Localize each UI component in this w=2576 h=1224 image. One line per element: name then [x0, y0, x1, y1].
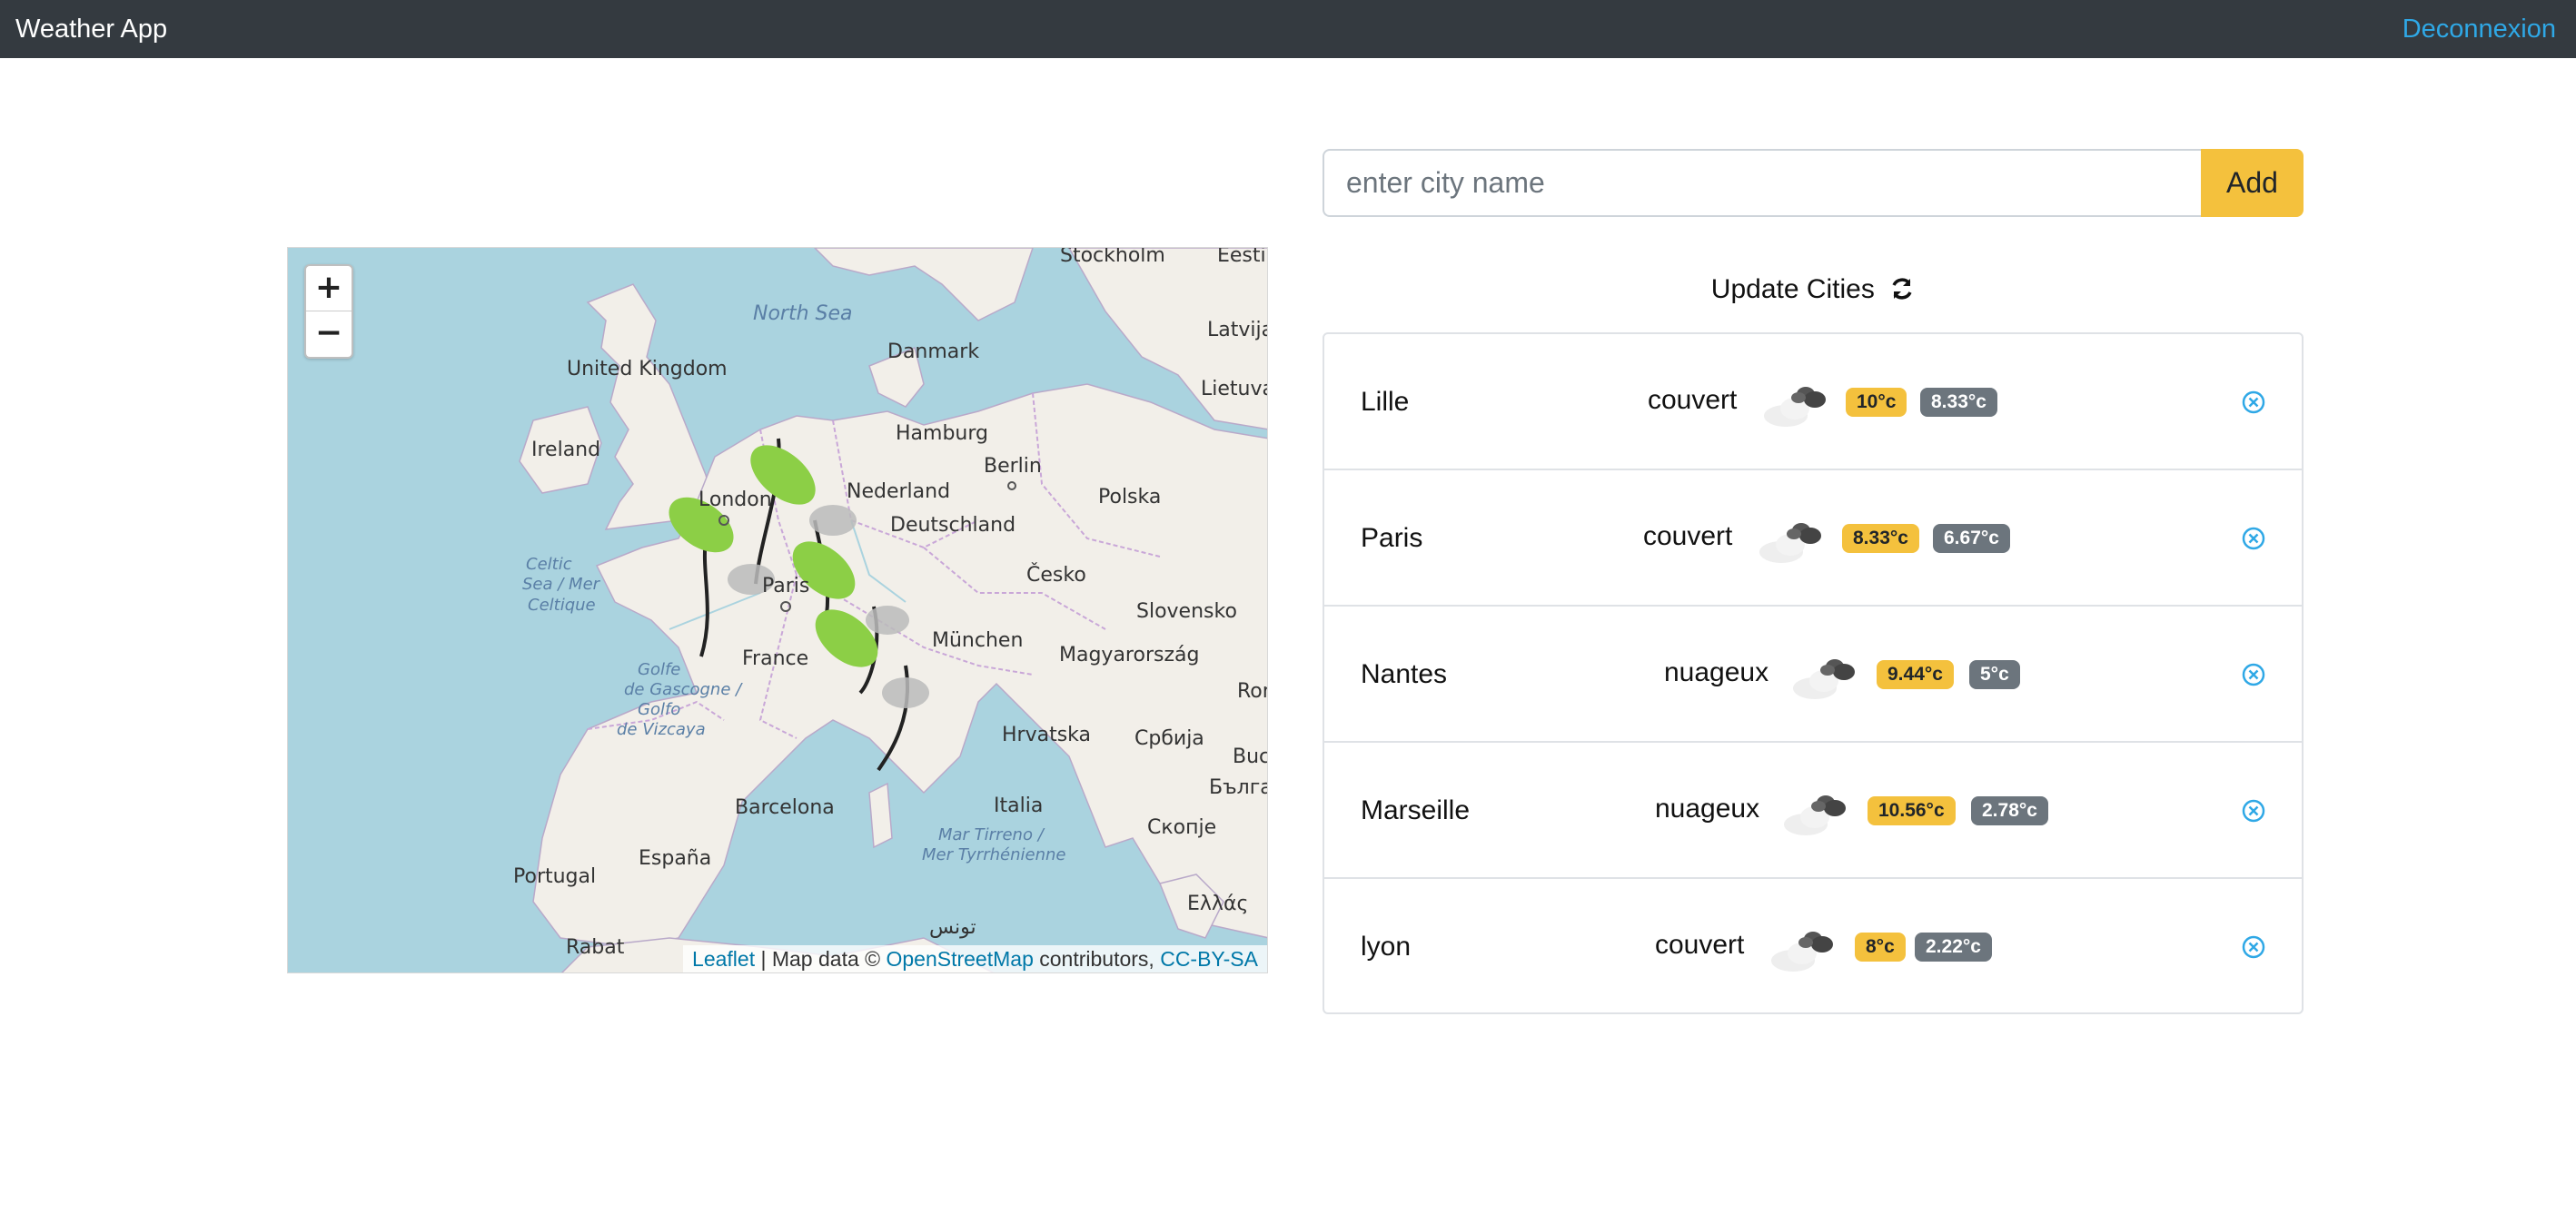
map-label: de Gascogne /: [624, 680, 742, 699]
map-label: تونس: [929, 916, 976, 939]
max-temp-badge: 9.44°c: [1877, 660, 1954, 689]
weather-description: couvert: [1655, 930, 1745, 960]
add-city-button[interactable]: Add: [2201, 149, 2304, 217]
max-temp-badge: 8°c: [1855, 933, 1906, 962]
map-label: Mer Tyrrhénienne: [922, 845, 1066, 864]
map-label: Latvija: [1207, 319, 1268, 341]
map-label: Golfe: [638, 660, 681, 679]
map-label: Danmark: [887, 341, 980, 363]
min-temp-badge: 5°c: [1969, 660, 2020, 689]
map-label: Mar Tirreno /: [938, 825, 1044, 844]
attribution-text: contributors,: [1033, 947, 1161, 971]
city-name: Marseille: [1361, 795, 1471, 825]
update-cities-button[interactable]: Update Cities: [1323, 269, 2304, 314]
map-label: Golfo: [638, 700, 681, 719]
city-name: Nantes: [1361, 659, 1448, 689]
map-label: France: [742, 647, 809, 670]
map-label: Paris: [762, 575, 810, 597]
map-attribution: Leaflet | Map data © OpenStreetMap contr…: [683, 945, 1267, 972]
map-label: United Kingdom: [567, 358, 728, 380]
map-label: Бълга: [1209, 776, 1268, 799]
map-tiles: [519, 248, 1267, 972]
map-label: Česko: [1026, 564, 1086, 587]
cloudy-weather-icon: [1764, 387, 1826, 427]
map-label: Barcelona: [735, 796, 835, 819]
weather-map[interactable]: Stockholm Eesti North Sea Danmark Latvij…: [287, 247, 1268, 973]
zoom-control: + −: [304, 264, 353, 359]
city-name: Lille: [1361, 387, 1410, 417]
cloudy-weather-icon: [1793, 659, 1855, 699]
map-label: Ireland: [531, 439, 601, 461]
map-label: Slovensko: [1136, 600, 1237, 623]
remove-city-icon[interactable]: [2240, 797, 2267, 824]
osm-link[interactable]: OpenStreetMap: [886, 947, 1033, 971]
remove-city-icon[interactable]: [2240, 525, 2267, 552]
city-row: Nantes nuageux 9.44°c 5°c: [1324, 607, 2302, 743]
map-label: Celtic: [526, 555, 572, 574]
map-label: Скопје: [1147, 816, 1217, 839]
weather-description: nuageux: [1664, 657, 1769, 687]
zoom-out-button[interactable]: −: [306, 311, 352, 357]
app-brand[interactable]: Weather App: [15, 13, 167, 45]
map-label: Eesti: [1217, 247, 1266, 267]
map-label: Србија: [1134, 727, 1204, 750]
map-label: London: [698, 489, 772, 511]
min-temp-badge: 2.78°c: [1971, 796, 2048, 825]
update-cities-label: Update Cities: [1710, 274, 1875, 304]
remove-city-icon[interactable]: [2240, 933, 2267, 961]
navbar: Weather App Deconnexion: [0, 0, 2576, 58]
map-label: Nederland: [847, 480, 951, 503]
map-label: Magyarország: [1059, 644, 1200, 666]
cloudy-weather-icon: [1784, 795, 1846, 835]
logout-link[interactable]: Deconnexion: [2403, 13, 2556, 45]
map-label: Buc: [1233, 745, 1268, 768]
map-label: Ελλάς: [1187, 893, 1249, 915]
map-label: Hamburg: [896, 422, 988, 445]
city-row: lyon couvert 8°c 2.22°c: [1324, 879, 2302, 1015]
refresh-icon: [1889, 272, 1915, 314]
map-label: Italia: [994, 795, 1044, 817]
max-temp-badge: 10°c: [1846, 388, 1907, 417]
map-label: Berlin: [984, 455, 1042, 478]
weather-description: couvert: [1643, 521, 1733, 551]
map-label: de Vizcaya: [617, 720, 706, 739]
city-name-input[interactable]: [1323, 149, 2203, 217]
map-label: North Sea: [753, 302, 853, 325]
city-list: Lille couvert 10°c 8.33°c Paris couvert …: [1323, 332, 2304, 1014]
city-row: Marseille nuageux 10.56°c 2.78°c: [1324, 743, 2302, 879]
min-temp-badge: 6.67°c: [1933, 524, 2010, 553]
map-label: Polska: [1098, 486, 1162, 508]
map-label: Româ: [1237, 680, 1267, 703]
weather-description: couvert: [1648, 385, 1738, 415]
remove-city-icon[interactable]: [2240, 389, 2267, 416]
map-label: Celtique: [528, 596, 596, 615]
city-name: Paris: [1361, 523, 1423, 553]
city-row: Lille couvert 10°c 8.33°c: [1324, 334, 2302, 470]
min-temp-badge: 2.22°c: [1915, 933, 1992, 962]
max-temp-badge: 8.33°c: [1842, 524, 1919, 553]
attribution-text: | Map data ©: [755, 947, 887, 971]
map-label: España: [639, 847, 712, 870]
cloudy-weather-icon: [1771, 932, 1833, 972]
map-label: Hrvatska: [1002, 724, 1092, 746]
map-label: Lietuva: [1201, 378, 1268, 400]
license-link[interactable]: CC-BY-SA: [1160, 947, 1258, 971]
map-label: Stockholm: [1060, 247, 1165, 267]
leaflet-link[interactable]: Leaflet: [692, 947, 755, 971]
zoom-in-button[interactable]: +: [306, 266, 352, 311]
cloudy-weather-icon: [1759, 523, 1821, 563]
map-label: Sea / Mer: [522, 575, 600, 594]
city-row: Paris couvert 8.33°c 6.67°c: [1324, 470, 2302, 607]
map-label: Rabat: [566, 936, 625, 959]
weather-description: nuageux: [1655, 794, 1760, 824]
remove-city-icon[interactable]: [2240, 661, 2267, 688]
min-temp-badge: 8.33°c: [1920, 388, 1997, 417]
max-temp-badge: 10.56°c: [1868, 796, 1956, 825]
map-label: Deutschland: [890, 514, 1016, 537]
map-label: München: [932, 629, 1024, 652]
map-label: Portugal: [513, 865, 597, 888]
city-name: lyon: [1361, 932, 1412, 962]
